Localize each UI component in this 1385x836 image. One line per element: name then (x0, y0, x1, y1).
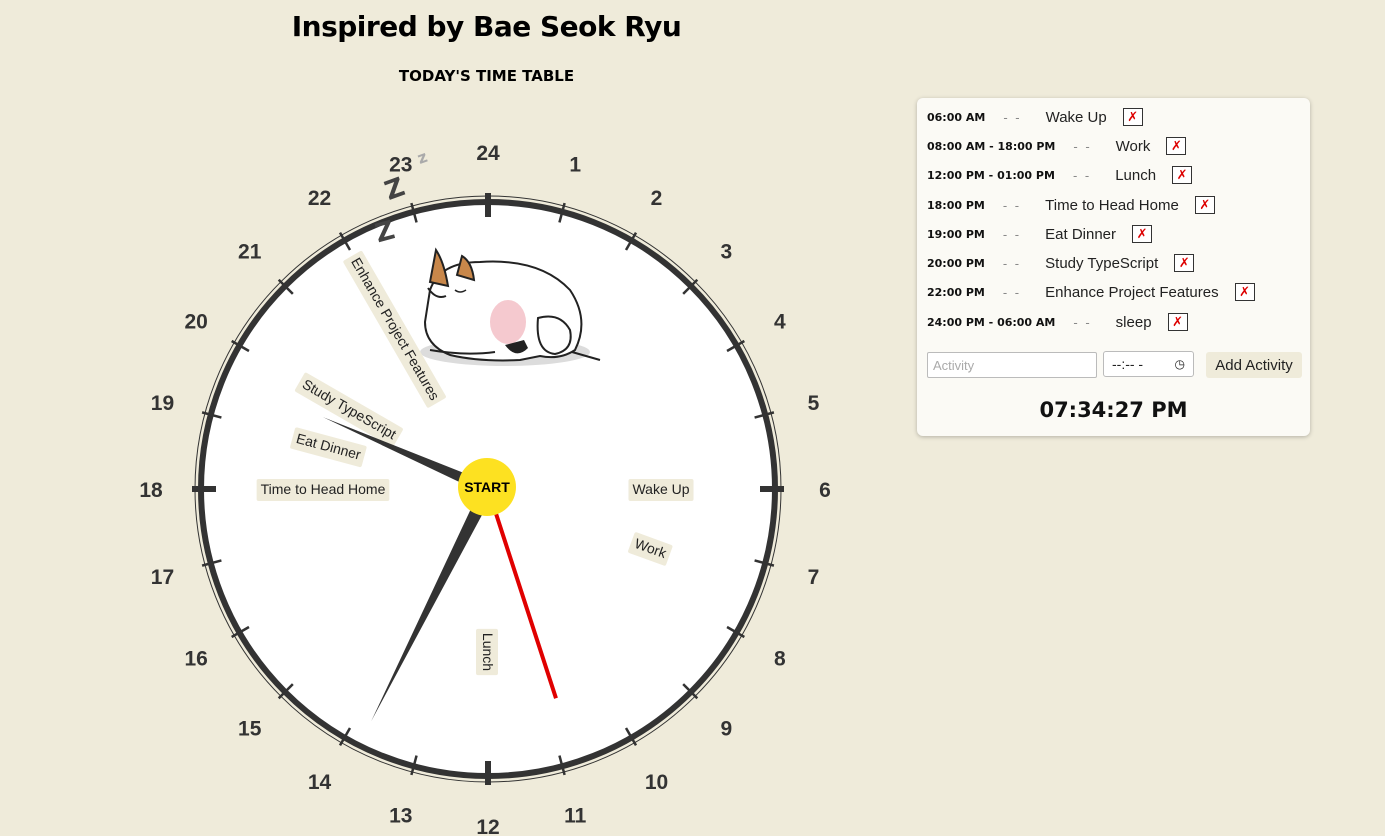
hour-number: 4 (774, 311, 786, 334)
hour-number: 11 (564, 805, 587, 828)
delete-activity-button[interactable]: ✗ (1194, 196, 1215, 214)
delete-activity-button[interactable]: ✗ (1167, 313, 1188, 331)
hour-number: 20 (184, 311, 207, 334)
clock-face: 24 1234567891011121314151617181920212223 … (139, 142, 831, 836)
schedule-row-time: 19:00 PM (927, 227, 985, 241)
schedule-row-separator: - - (1002, 226, 1022, 242)
schedule-row-time: 12:00 PM - 01:00 PM (927, 168, 1055, 182)
hour-number: 3 (720, 241, 732, 264)
clock-icon[interactable]: ◷ (1175, 357, 1185, 371)
hour-number: 21 (238, 241, 262, 264)
hour-number: 10 (645, 771, 668, 794)
schedule-row-separator: - - (1002, 284, 1022, 300)
schedule-row: 18:00 PM - - Time to Head Home ✗ (927, 193, 1215, 217)
schedule-row-name: Study TypeScript (1045, 254, 1159, 272)
hour-number: 6 (819, 479, 831, 502)
activity-input[interactable] (927, 352, 1097, 378)
digital-clock: 07:34:27 PM (1039, 398, 1188, 422)
clock-activity-text: Time to Head Home (261, 481, 386, 497)
delete-activity-button[interactable]: ✗ (1132, 225, 1153, 243)
schedule-row-name: sleep (1115, 313, 1152, 331)
hour-number: 16 (184, 648, 207, 671)
clock-activity-text: Wake Up (632, 481, 689, 497)
schedule-row-separator: - - (1072, 167, 1092, 183)
schedule-row-name: Lunch (1115, 166, 1157, 184)
zzz-small: z (415, 147, 430, 168)
hour-number: 18 (139, 479, 163, 502)
delete-activity-button[interactable]: ✗ (1172, 166, 1193, 184)
delete-activity-button[interactable]: ✗ (1174, 254, 1195, 272)
delete-activity-button[interactable]: ✗ (1122, 108, 1143, 126)
hour-number: 14 (308, 771, 332, 794)
time-input-value: --:-- - (1112, 356, 1144, 372)
clock-activity-label: Wake Up (628, 479, 694, 501)
schedule-row-time: 08:00 AM - 18:00 PM (927, 139, 1056, 153)
clock-activity-text: Lunch (480, 633, 496, 671)
schedule-row: 20:00 PM - - Study TypeScript ✗ (927, 251, 1195, 275)
start-label: START (464, 479, 510, 495)
schedule-row-separator: - - (1002, 197, 1022, 213)
schedule-row: 08:00 AM - 18:00 PM - - Work ✗ (927, 134, 1187, 158)
clock-activity-label: Lunch (476, 628, 498, 676)
schedule-row-name: Eat Dinner (1045, 225, 1117, 243)
hour-number: 15 (238, 717, 262, 740)
schedule-row-name: Enhance Project Features (1045, 283, 1219, 301)
schedule-row-name: Wake Up (1045, 108, 1107, 126)
hour-number: 17 (151, 566, 174, 589)
schedule-row-separator: - - (1073, 138, 1092, 154)
hour-number: 1 (569, 153, 581, 176)
hour-number: 12 (476, 816, 499, 836)
hour-number: 24 (476, 142, 500, 165)
hour-number: 7 (808, 566, 820, 589)
schedule-row-separator: - - (1073, 314, 1092, 330)
hour-number: 23 (389, 153, 412, 176)
hour-number: 13 (389, 805, 412, 828)
schedule-row-time: 20:00 PM (927, 256, 985, 270)
delete-activity-button[interactable]: ✗ (1234, 283, 1255, 301)
schedule-row-time: 22:00 PM (927, 285, 985, 299)
schedule-row-name: Work (1115, 137, 1151, 155)
schedule-row: 24:00 PM - 06:00 AM - - sleep ✗ (927, 310, 1188, 334)
hour-number: 19 (151, 392, 174, 415)
schedule-row-time: 06:00 AM (927, 110, 986, 124)
hour-number: 22 (308, 187, 331, 210)
schedule-row: 19:00 PM - - Eat Dinner ✗ (927, 222, 1153, 246)
schedule-row-separator: - - (1002, 255, 1022, 271)
schedule-panel: 06:00 AM - - Wake Up ✗ 08:00 AM - 18:00 PM - … (917, 98, 1310, 436)
schedule-row: 22:00 PM - - Enhance Project Features ✗ (927, 280, 1255, 304)
schedule-row-time: 18:00 PM (927, 198, 985, 212)
schedule-row-time: 24:00 PM - 06:00 AM (927, 315, 1056, 329)
hour-number: 9 (720, 717, 732, 740)
delete-activity-button[interactable]: ✗ (1166, 137, 1187, 155)
schedule-row-name: Time to Head Home (1045, 196, 1179, 214)
zzz-medium: Z (381, 172, 409, 207)
schedule-row: 06:00 AM - - Wake Up ✗ (927, 105, 1143, 129)
hour-number: 8 (774, 648, 786, 671)
hour-number: 5 (808, 392, 820, 415)
add-activity-button[interactable]: Add Activity (1206, 352, 1302, 378)
hour-number: 2 (651, 187, 663, 210)
clock-activity-label: Time to Head Home (256, 479, 390, 501)
schedule-row-separator: - - (1003, 109, 1022, 125)
time-input[interactable]: --:-- - ◷ (1103, 351, 1194, 377)
schedule-row: 12:00 PM - 01:00 PM - - Lunch ✗ (927, 163, 1193, 187)
